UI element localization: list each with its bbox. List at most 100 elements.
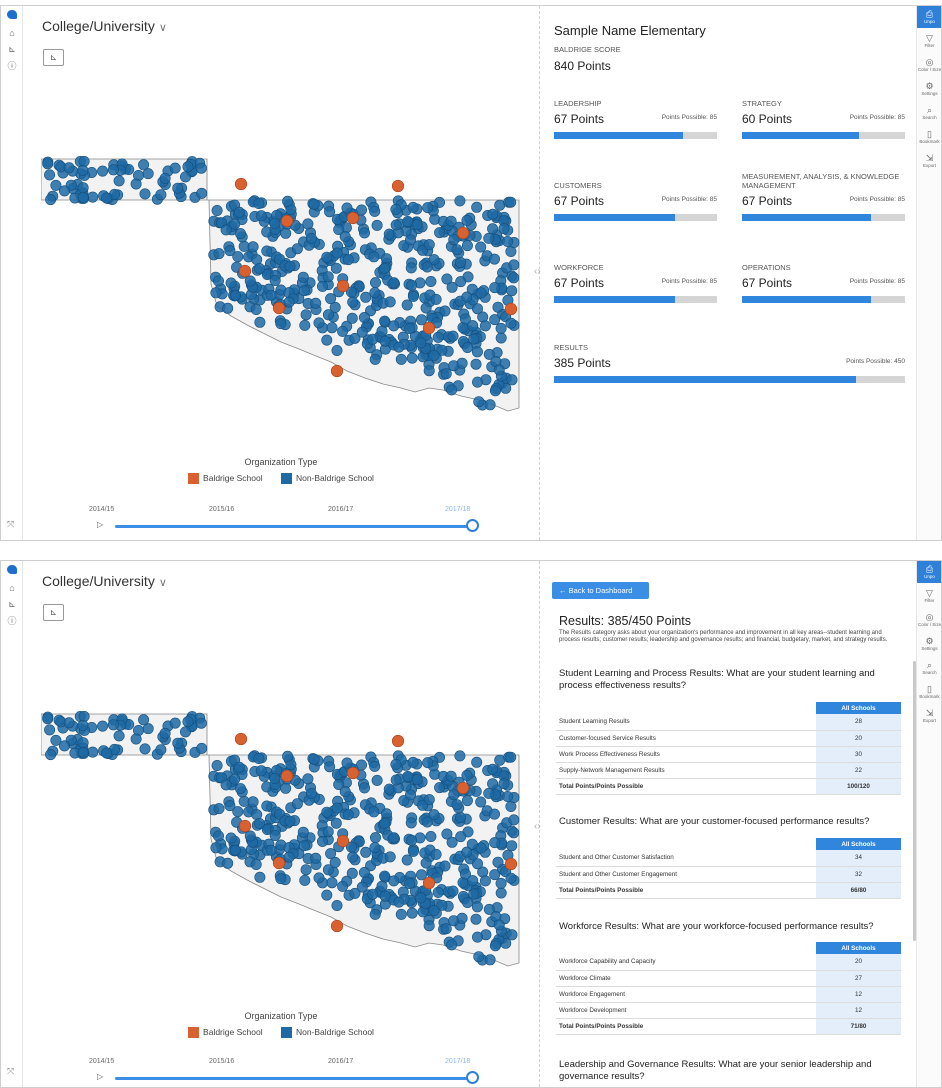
category-strategy[interactable]: STRATEGY 60 Points Points Possible: 85 [742,88,905,139]
baldrige-school-dot[interactable] [346,766,360,780]
category-measurement[interactable]: MEASUREMENT, ANALYSIS, & KNOWLEDGE MANAG… [742,170,905,221]
non-baldrige-school-dot[interactable] [406,907,418,919]
non-baldrige-school-dot[interactable] [358,227,370,239]
non-baldrige-school-dot[interactable] [280,227,292,239]
non-baldrige-school-dot[interactable] [63,717,75,729]
timeline-thumb[interactable] [466,1071,479,1084]
non-baldrige-school-dot[interactable] [369,842,381,854]
non-baldrige-school-dot[interactable] [376,325,388,337]
non-baldrige-school-dot[interactable] [440,368,452,380]
non-baldrige-school-dot[interactable] [342,809,354,821]
non-baldrige-school-dot[interactable] [210,287,222,299]
non-baldrige-school-dot[interactable] [498,223,510,235]
non-baldrige-school-dot[interactable] [250,859,262,871]
toolbar-item-palette[interactable]: ◎ Color / Size [917,609,941,631]
baldrige-school-dot[interactable] [391,179,405,193]
non-baldrige-school-dot[interactable] [358,782,370,794]
non-baldrige-school-dot[interactable] [498,778,510,790]
non-baldrige-school-dot[interactable] [468,333,480,345]
non-baldrige-school-dot[interactable] [369,353,381,365]
non-baldrige-school-dot[interactable] [230,289,242,301]
non-baldrige-school-dot[interactable] [506,840,518,852]
non-baldrige-school-dot[interactable] [451,799,463,811]
help-icon[interactable]: ⓘ [7,616,17,626]
non-baldrige-school-dot[interactable] [471,346,483,358]
non-baldrige-school-dot[interactable] [420,857,432,869]
non-baldrige-school-dot[interactable] [441,828,453,840]
non-baldrige-school-dot[interactable] [341,202,353,214]
non-baldrige-school-dot[interactable] [395,908,407,920]
non-baldrige-school-dot[interactable] [445,770,457,782]
non-baldrige-school-dot[interactable] [495,332,507,344]
non-baldrige-school-dot[interactable] [308,198,320,210]
non-baldrige-school-dot[interactable] [430,848,442,860]
non-baldrige-school-dot[interactable] [269,830,281,842]
baldrige-school-dot[interactable] [456,226,470,240]
non-baldrige-school-dot[interactable] [367,333,379,345]
play-icon[interactable]: ▷ [97,1072,103,1081]
non-baldrige-school-dot[interactable] [448,789,460,801]
non-baldrige-school-dot[interactable] [172,737,184,749]
non-baldrige-school-dot[interactable] [138,159,150,171]
non-baldrige-school-dot[interactable] [379,262,391,274]
non-baldrige-school-dot[interactable] [371,774,383,786]
non-baldrige-school-dot[interactable] [321,334,333,346]
non-baldrige-school-dot[interactable] [130,733,142,745]
non-baldrige-school-dot[interactable] [401,299,413,311]
non-baldrige-school-dot[interactable] [325,848,337,860]
non-baldrige-school-dot[interactable] [196,187,208,199]
non-baldrige-school-dot[interactable] [155,744,167,756]
non-baldrige-school-dot[interactable] [489,282,501,294]
non-baldrige-school-dot[interactable] [172,182,184,194]
category-leadership[interactable]: LEADERSHIP 67 Points Points Possible: 85 [554,88,717,139]
non-baldrige-school-dot[interactable] [321,806,333,818]
non-baldrige-school-dot[interactable] [255,765,267,777]
year-label[interactable]: 2016/17 [328,506,353,513]
non-baldrige-school-dot[interactable] [422,757,434,769]
non-baldrige-school-dot[interactable] [369,277,381,289]
non-baldrige-school-dot[interactable] [339,231,351,243]
oklahoma-map[interactable] [41,711,521,981]
category-workforce[interactable]: WORKFORCE 67 Points Points Possible: 85 [554,252,717,303]
non-baldrige-school-dot[interactable] [222,302,234,314]
year-label[interactable]: 2016/17 [328,1058,353,1065]
non-baldrige-school-dot[interactable] [487,763,499,775]
non-baldrige-school-dot[interactable] [473,396,485,408]
non-baldrige-school-dot[interactable] [211,759,223,771]
non-baldrige-school-dot[interactable] [222,857,234,869]
non-baldrige-school-dot[interactable] [235,783,247,795]
non-baldrige-school-dot[interactable] [180,726,192,738]
non-baldrige-school-dot[interactable] [225,832,237,844]
non-baldrige-school-dot[interactable] [446,384,458,396]
non-baldrige-school-dot[interactable] [42,713,54,725]
non-baldrige-school-dot[interactable] [406,834,418,846]
non-baldrige-school-dot[interactable] [368,806,380,818]
baldrige-school-dot[interactable] [336,279,350,293]
non-baldrige-school-dot[interactable] [77,746,89,758]
non-baldrige-school-dot[interactable] [502,236,514,248]
toolbar-item-settings[interactable]: ⚙ Settings [917,78,941,100]
non-baldrige-school-dot[interactable] [441,273,453,285]
non-baldrige-school-dot[interactable] [44,724,56,736]
non-baldrige-school-dot[interactable] [269,772,281,784]
non-baldrige-school-dot[interactable] [407,201,419,213]
non-baldrige-school-dot[interactable] [282,750,294,762]
non-baldrige-school-dot[interactable] [265,289,277,301]
non-baldrige-school-dot[interactable] [406,279,418,291]
baldrige-school-dot[interactable] [238,819,252,833]
non-baldrige-school-dot[interactable] [291,798,303,810]
non-baldrige-school-dot[interactable] [50,179,62,191]
non-baldrige-school-dot[interactable] [87,746,99,758]
baldrige-school-dot[interactable] [272,301,286,315]
non-baldrige-school-dot[interactable] [298,285,310,297]
non-baldrige-school-dot[interactable] [269,217,281,229]
non-baldrige-school-dot[interactable] [230,844,242,856]
non-baldrige-school-dot[interactable] [407,756,419,768]
non-baldrige-school-dot[interactable] [508,827,520,839]
non-baldrige-school-dot[interactable] [420,302,432,314]
chart-icon[interactable]: ⊾ [7,44,17,54]
non-baldrige-school-dot[interactable] [180,171,192,183]
non-baldrige-school-dot[interactable] [473,951,485,963]
non-baldrige-school-dot[interactable] [337,880,349,892]
baldrige-school-dot[interactable] [391,734,405,748]
